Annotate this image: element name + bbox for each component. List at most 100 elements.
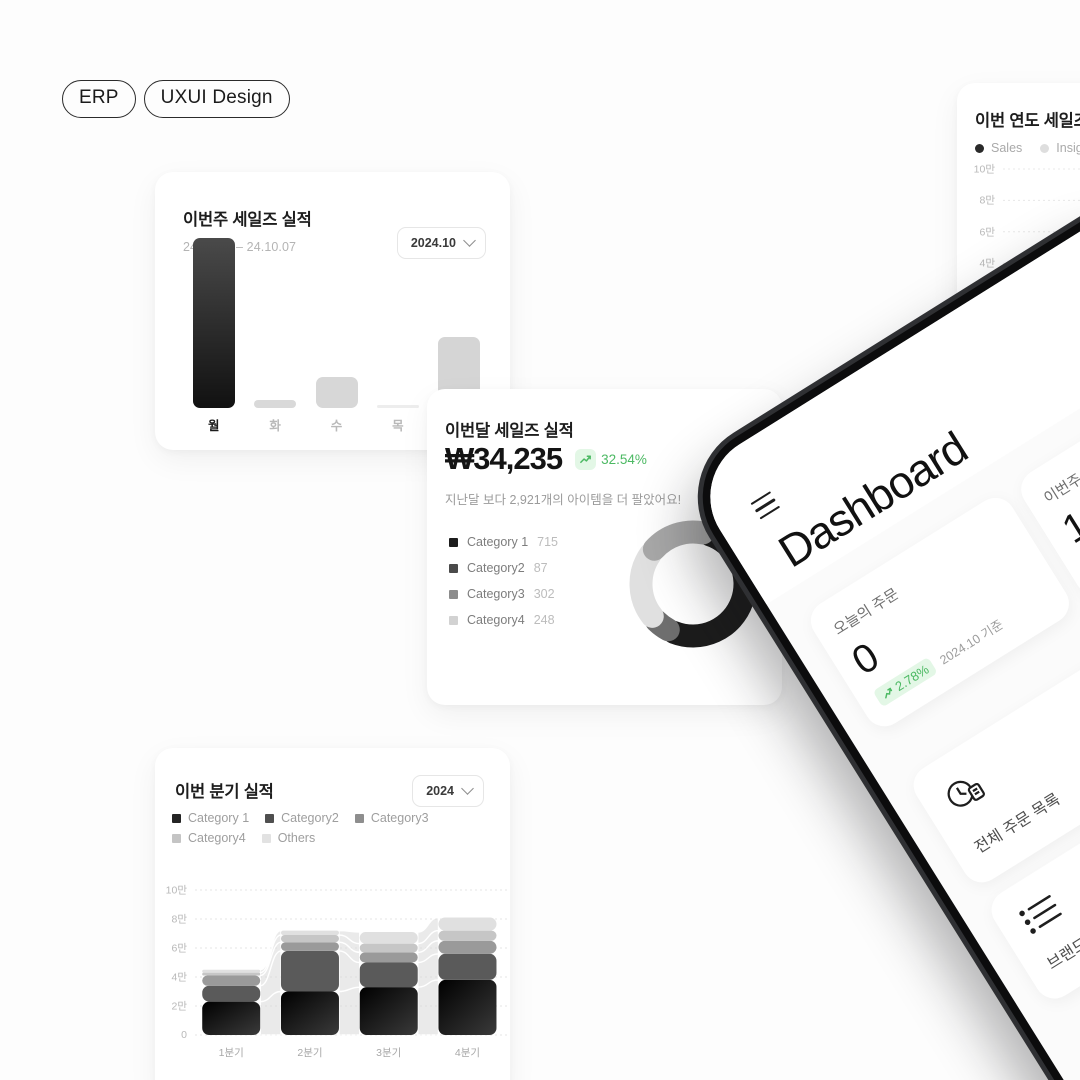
- monthly-amount-row: ₩34,235 32.54%: [445, 441, 647, 477]
- stacked-bar-segment[interactable]: [359, 952, 418, 963]
- quarterly-year-select[interactable]: 2024: [412, 775, 484, 807]
- quarterly-performance-card: 이번 분기 실적 2024 Category 1 Category2 Categor…: [155, 748, 510, 1080]
- stacked-bar-segment[interactable]: [280, 950, 339, 992]
- stacked-bar-segment[interactable]: [202, 975, 261, 986]
- legend-label: Category3: [467, 587, 525, 601]
- weekly-bar[interactable]: [192, 238, 235, 408]
- monthly-amount: ₩34,235: [445, 441, 563, 476]
- legend-label: Category 1: [188, 811, 250, 825]
- weekly-axis-label: 목: [392, 419, 404, 433]
- quarterly-year-select-wrap: 2024: [412, 775, 484, 807]
- legend-swatch: [449, 589, 458, 599]
- legend-swatch: [354, 813, 364, 823]
- weekly-bar-column: [429, 238, 490, 408]
- y-axis-tick: 10만: [165, 884, 187, 897]
- legend-label: Category 1: [467, 535, 529, 549]
- quarterly-card-header: 이번 분기 실적: [175, 778, 274, 802]
- legend-swatch: [449, 537, 458, 547]
- chevron-down-icon: [461, 781, 474, 795]
- stacked-bar-segment[interactable]: [202, 969, 261, 973]
- legend-item: Category 1 715: [449, 535, 558, 549]
- legend-label: Category3: [370, 811, 429, 825]
- y-axis-tick: 2만: [171, 1000, 188, 1013]
- legend-value: 715: [537, 535, 559, 549]
- monthly-note: 지난달 보다 2,921개의 아이템을 더 팔았어요!: [445, 493, 682, 507]
- weekly-bar-column: [367, 238, 428, 408]
- legend-value: 248: [533, 613, 555, 627]
- legend-value: 302: [533, 587, 555, 601]
- stacked-bar-segment[interactable]: [359, 987, 418, 1035]
- monthly-trend-pct: 32.54%: [601, 451, 647, 467]
- stacked-bar-segment[interactable]: [280, 934, 339, 943]
- stacked-bar-segment[interactable]: [280, 930, 339, 935]
- legend-swatch: [449, 563, 458, 573]
- dashboard-mockup-canvas: ERP UXUI Design 이번주 세일즈 실적 24.10.01 – 24…: [0, 0, 1080, 1080]
- x-axis-tick: 2분기: [297, 1047, 323, 1059]
- yearly-title: 이번 연도 세일즈: [975, 112, 1080, 130]
- weekly-bar-column: [306, 238, 367, 408]
- stacked-bar-segment[interactable]: [359, 962, 418, 988]
- x-axis-tick: 3분기: [376, 1047, 402, 1059]
- weekly-bar-chart: [183, 238, 490, 408]
- weekly-bar[interactable]: [315, 377, 358, 408]
- stacked-bar-segment[interactable]: [438, 979, 497, 1035]
- legend-value: 87: [533, 561, 548, 575]
- legend-swatch: [449, 615, 458, 625]
- stacked-bar-segment[interactable]: [438, 940, 497, 954]
- stacked-bar-segment[interactable]: [438, 917, 497, 931]
- stacked-bar-segment[interactable]: [359, 943, 418, 953]
- monthly-trend-badge: 32.54%: [575, 448, 647, 470]
- y-axis-tick: 8만: [979, 194, 996, 207]
- donut-segment[interactable]: [642, 520, 715, 561]
- legend-label: Category2: [281, 811, 339, 825]
- legend-item: Sales: [975, 141, 1022, 155]
- stacked-bar-segment[interactable]: [202, 972, 261, 976]
- legend-label: Insight: [1056, 141, 1080, 155]
- stacked-bar-segment[interactable]: [280, 942, 339, 951]
- flow-ribbon: [417, 979, 440, 1036]
- yearly-legend: Sales Insight: [975, 141, 1080, 155]
- tag-list: ERP UXUI Design: [62, 80, 290, 118]
- trend-up-icon-svg: [580, 455, 591, 463]
- legend-item: Category4: [172, 831, 246, 845]
- trend-up-icon-svg: [884, 687, 892, 699]
- monthly-category-legend: Category 1 715 Category2 87 Category3 302 Cate…: [449, 535, 558, 639]
- clock-history-icon: [947, 780, 985, 807]
- legend-item: Insight: [1040, 141, 1080, 155]
- stacked-bar-segment[interactable]: [202, 985, 261, 1002]
- stacked-bar-segment[interactable]: [359, 932, 418, 944]
- legend-swatch: [265, 813, 275, 823]
- weekly-bar[interactable]: [376, 405, 419, 408]
- donut-segment[interactable]: [629, 542, 664, 628]
- phone-card-trend-pct: 2.78%: [892, 661, 932, 694]
- stacked-bar-segment[interactable]: [438, 930, 497, 941]
- quarterly-stacked-chart: 0 2만 4만 6만 8만 10만 1분기 2분기 3분기 4분기: [155, 880, 510, 1080]
- quarterly-year-value: 2024: [426, 784, 454, 798]
- legend-label: Category4: [467, 613, 525, 627]
- quarterly-legend: Category 1 Category2 Category3 Category4 Oth…: [172, 811, 482, 845]
- y-axis-tick: 6만: [979, 226, 996, 239]
- stacked-bar-segment[interactable]: [202, 1001, 261, 1035]
- monthly-card-header: 이번달 세일즈 실적: [445, 417, 574, 441]
- stacked-bar-segment[interactable]: [280, 991, 339, 1036]
- legend-item: Category3 302: [449, 587, 558, 601]
- y-axis-tick: 10만: [973, 163, 995, 176]
- legend-item: Category2 87: [449, 561, 558, 575]
- legend-label: Category4: [188, 831, 246, 845]
- stacked-bar-segment[interactable]: [438, 953, 497, 980]
- weekly-bar[interactable]: [254, 399, 297, 408]
- tag-uxui-design[interactable]: UXUI Design: [143, 80, 290, 118]
- legend-item: Others: [261, 831, 315, 845]
- x-axis-tick: 4분기: [454, 1047, 481, 1059]
- legend-item: Category3: [354, 811, 429, 825]
- legend-dot: [1040, 143, 1050, 153]
- legend-dot: [975, 143, 984, 153]
- list-bullet-icon: [1019, 895, 1062, 934]
- weekly-axis-label: 월: [207, 419, 220, 433]
- tag-erp[interactable]: ERP: [62, 80, 136, 118]
- legend-item: Category 1: [172, 811, 249, 825]
- legend-swatch: [172, 813, 181, 823]
- monthly-title: 이번달 세일즈 실적: [445, 422, 574, 440]
- weekly-axis-label: 수: [330, 419, 343, 433]
- yearly-card-header: 이번 연도 세일즈: [975, 107, 1080, 131]
